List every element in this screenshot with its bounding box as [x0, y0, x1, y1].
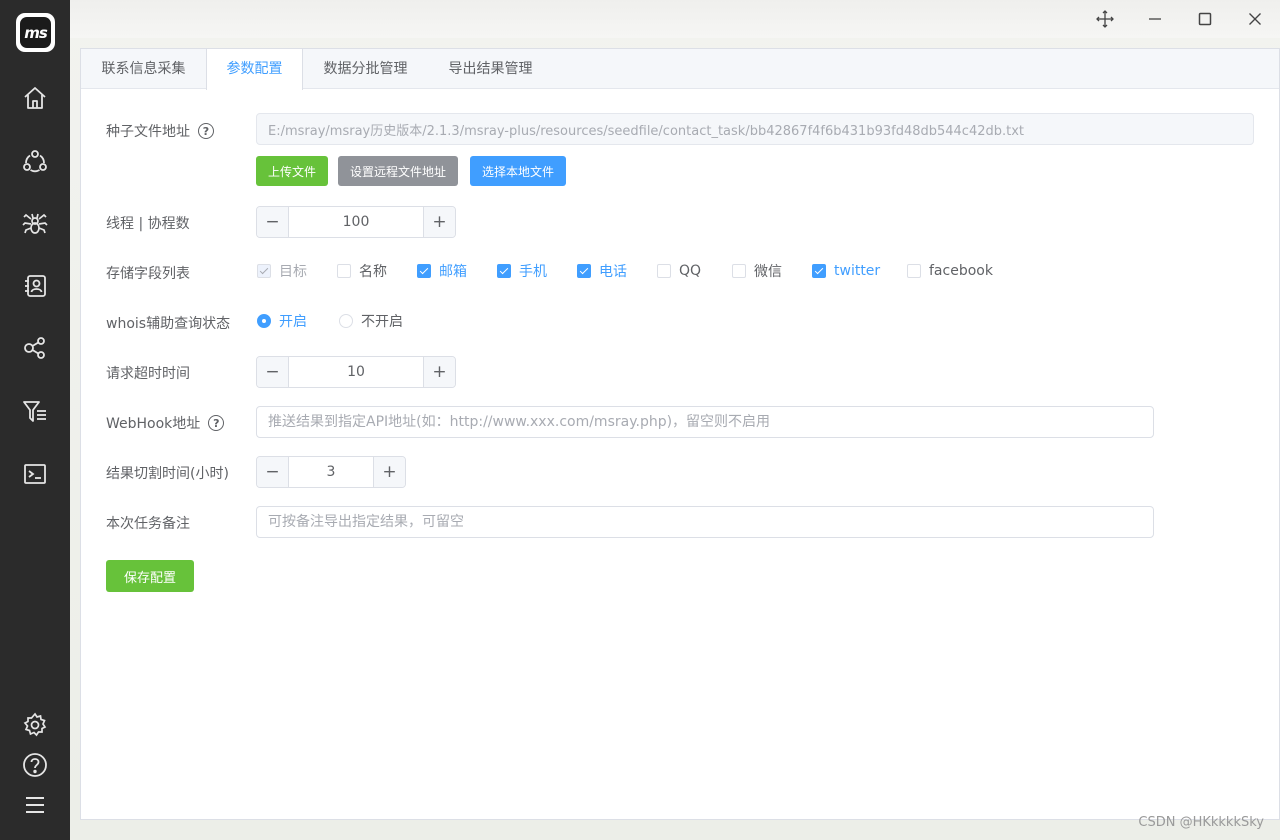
checkbox-label: twitter — [834, 263, 881, 279]
radio-dot — [257, 314, 271, 328]
save-config-button[interactable]: 保存配置 — [106, 560, 194, 592]
checkbox-box — [657, 264, 671, 278]
checkbox-box — [577, 264, 591, 278]
settings-icon[interactable] — [20, 710, 50, 740]
threads-increase-button[interactable]: + — [423, 207, 455, 237]
tab-params-config[interactable]: 参数配置 — [206, 49, 303, 90]
webhook-label-row: WebHook地址 ? — [106, 413, 225, 433]
checkbox-email[interactable]: 邮箱 — [417, 263, 467, 280]
threads-decrease-button[interactable]: − — [257, 207, 289, 237]
remark-input[interactable] — [256, 506, 1154, 538]
app-logo[interactable]: ms — [16, 13, 55, 52]
checkbox-label: QQ — [679, 263, 702, 279]
title-bar — [70, 0, 1280, 38]
contacts-icon[interactable] — [20, 271, 50, 301]
checkbox-label: 邮箱 — [439, 264, 467, 280]
checkbox-label: 目标 — [279, 264, 307, 280]
sidebar: ms — [0, 0, 70, 840]
checkbox-qq[interactable]: QQ — [657, 263, 701, 279]
timeout-value[interactable]: 10 — [289, 357, 423, 387]
cut-time-increase-button[interactable]: + — [373, 457, 405, 487]
timeout-increase-button[interactable]: + — [423, 357, 455, 387]
threads-value[interactable]: 100 — [289, 207, 423, 237]
set-remote-file-button[interactable]: 设置远程文件地址 — [338, 156, 458, 186]
remark-label: 本次任务备注 — [106, 516, 190, 532]
menu-icon[interactable] — [20, 790, 50, 820]
upload-file-button[interactable]: 上传文件 — [256, 156, 328, 186]
checkbox-box — [732, 264, 746, 278]
timeout-stepper: − 10 + — [256, 356, 456, 388]
logo-text: ms — [20, 17, 51, 48]
checkbox-label: 微信 — [754, 264, 782, 280]
webhook-label: WebHook地址 — [106, 416, 201, 432]
whois-label: whois辅助查询状态 — [106, 316, 231, 332]
move-icon[interactable] — [1090, 4, 1120, 34]
help-icon[interactable] — [20, 750, 50, 780]
seed-file-label-row: 种子文件地址 ? — [106, 121, 214, 141]
timeout-decrease-button[interactable]: − — [257, 357, 289, 387]
timeout-label: 请求超时时间 — [106, 366, 190, 382]
cut-time-value[interactable]: 3 — [289, 457, 373, 487]
checkbox-label: 名称 — [359, 264, 387, 280]
checkbox-box — [907, 264, 921, 278]
checkbox-box — [417, 264, 431, 278]
checkbox-label: 电话 — [599, 264, 627, 280]
radio-label: 不开启 — [361, 314, 403, 330]
checkbox-mobile[interactable]: 手机 — [497, 263, 547, 280]
checkbox-twitter[interactable]: twitter — [812, 263, 880, 279]
threads-stepper: − 100 + — [256, 206, 456, 238]
minimize-icon[interactable] — [1140, 4, 1170, 34]
question-icon[interactable]: ? — [208, 415, 225, 431]
cut-time-decrease-button[interactable]: − — [257, 457, 289, 487]
radio-whois-on[interactable]: 开启 — [257, 313, 307, 330]
tab-batch-manage[interactable]: 数据分批管理 — [303, 49, 428, 89]
spider-icon[interactable] — [20, 208, 50, 238]
checkbox-box — [337, 264, 351, 278]
checkbox-wechat[interactable]: 微信 — [732, 263, 782, 280]
checkbox-label: 手机 — [519, 264, 547, 280]
webhook-input[interactable] — [256, 406, 1154, 438]
maximize-icon[interactable] — [1190, 4, 1220, 34]
radio-dot — [339, 314, 353, 328]
checkbox-label: facebook — [929, 263, 993, 279]
cut-time-stepper: − 3 + — [256, 456, 406, 488]
terminal-icon[interactable] — [20, 459, 50, 489]
tab-contact-collect[interactable]: 联系信息采集 — [81, 49, 206, 89]
tab-export-manage[interactable]: 导出结果管理 — [428, 49, 553, 89]
question-icon[interactable]: ? — [198, 123, 214, 139]
seed-file-path-input — [256, 113, 1254, 145]
checkbox-target: 目标 — [257, 263, 307, 280]
fields-label: 存储字段列表 — [106, 266, 190, 282]
checkbox-box — [257, 264, 271, 278]
checkbox-name[interactable]: 名称 — [337, 263, 387, 280]
threads-label: 线程 | 协程数 — [106, 216, 190, 232]
seed-file-label: 种子文件地址 — [106, 124, 190, 140]
share-icon[interactable] — [20, 333, 50, 363]
radio-label: 开启 — [279, 314, 307, 330]
main-panel: 联系信息采集 参数配置 数据分批管理 导出结果管理 种子文件地址 ? 上传文件 … — [80, 48, 1280, 820]
checkbox-box — [812, 264, 826, 278]
tab-bar: 联系信息采集 参数配置 数据分批管理 导出结果管理 — [81, 49, 1279, 90]
filter-list-icon[interactable] — [20, 396, 50, 426]
choose-local-file-button[interactable]: 选择本地文件 — [470, 156, 566, 186]
community-icon[interactable] — [20, 146, 50, 176]
close-icon[interactable] — [1240, 4, 1270, 34]
radio-whois-off[interactable]: 不开启 — [339, 313, 403, 330]
checkbox-facebook[interactable]: facebook — [907, 263, 993, 279]
home-icon[interactable] — [20, 83, 50, 113]
checkbox-phone[interactable]: 电话 — [577, 263, 627, 280]
checkbox-box — [497, 264, 511, 278]
cut-time-label: 结果切割时间(小时) — [106, 466, 229, 482]
watermark: CSDN @HKkkkkSky — [1138, 815, 1264, 830]
